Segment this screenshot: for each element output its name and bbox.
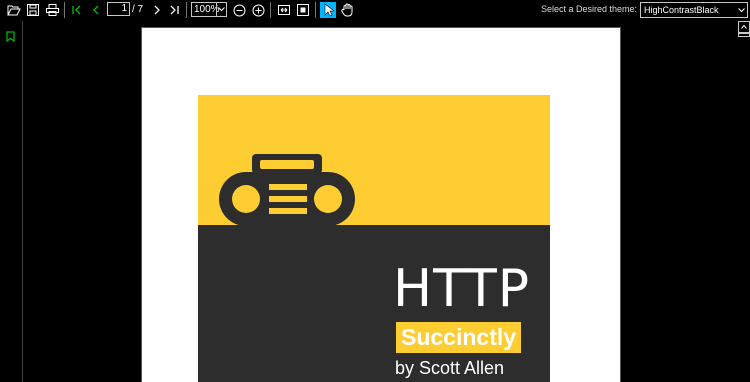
zoom-out-icon[interactable] — [231, 2, 247, 18]
toolbar: 1 / 7 100% Select a Desired theme: HighC… — [0, 0, 750, 20]
toolbar-separator — [315, 2, 316, 18]
toolbar-separator — [64, 2, 65, 18]
sidebar — [0, 21, 23, 382]
save-icon[interactable] — [25, 2, 41, 18]
theme-select[interactable]: HighContrastBlack — [640, 2, 748, 18]
fit-width-icon[interactable] — [295, 2, 311, 18]
pan-hand-icon[interactable] — [339, 2, 355, 18]
zoom-select[interactable]: 100% — [191, 2, 227, 17]
book-subtitle: Succinctly — [396, 322, 522, 353]
scroll-up-icon[interactable] — [738, 21, 750, 33]
theme-value: HighContrastBlack — [644, 5, 719, 15]
chevron-down-icon[interactable] — [737, 3, 745, 17]
select-tool-icon[interactable] — [320, 2, 336, 18]
page-total-label: / 7 — [132, 4, 144, 15]
first-page-icon[interactable] — [69, 2, 85, 18]
page-number-input[interactable]: 1 — [107, 2, 130, 16]
pdf-page: HTTP Succinctly by Scott Allen — [141, 27, 621, 382]
open-folder-icon[interactable] — [6, 2, 22, 18]
vertical-scrollbar[interactable] — [738, 21, 750, 382]
fit-page-icon[interactable] — [276, 2, 292, 18]
previous-page-icon[interactable] — [88, 2, 104, 18]
theme-label: Select a Desired theme: — [541, 4, 638, 14]
scroll-thumb[interactable] — [738, 33, 750, 37]
toolbar-separator — [270, 2, 271, 18]
last-page-icon[interactable] — [166, 2, 182, 18]
book-author: by Scott Allen — [395, 358, 505, 378]
chevron-down-icon[interactable] — [216, 3, 226, 16]
boombox-icon — [219, 154, 355, 226]
book-cover: HTTP Succinctly by Scott Allen — [198, 95, 550, 382]
bookmark-icon[interactable] — [6, 29, 15, 47]
print-icon[interactable] — [44, 2, 60, 18]
book-title: HTTP — [393, 259, 531, 319]
toolbar-separator — [186, 2, 187, 18]
next-page-icon[interactable] — [149, 2, 165, 18]
zoom-in-icon[interactable] — [250, 2, 266, 18]
document-viewer[interactable]: HTTP Succinctly by Scott Allen — [23, 21, 750, 382]
